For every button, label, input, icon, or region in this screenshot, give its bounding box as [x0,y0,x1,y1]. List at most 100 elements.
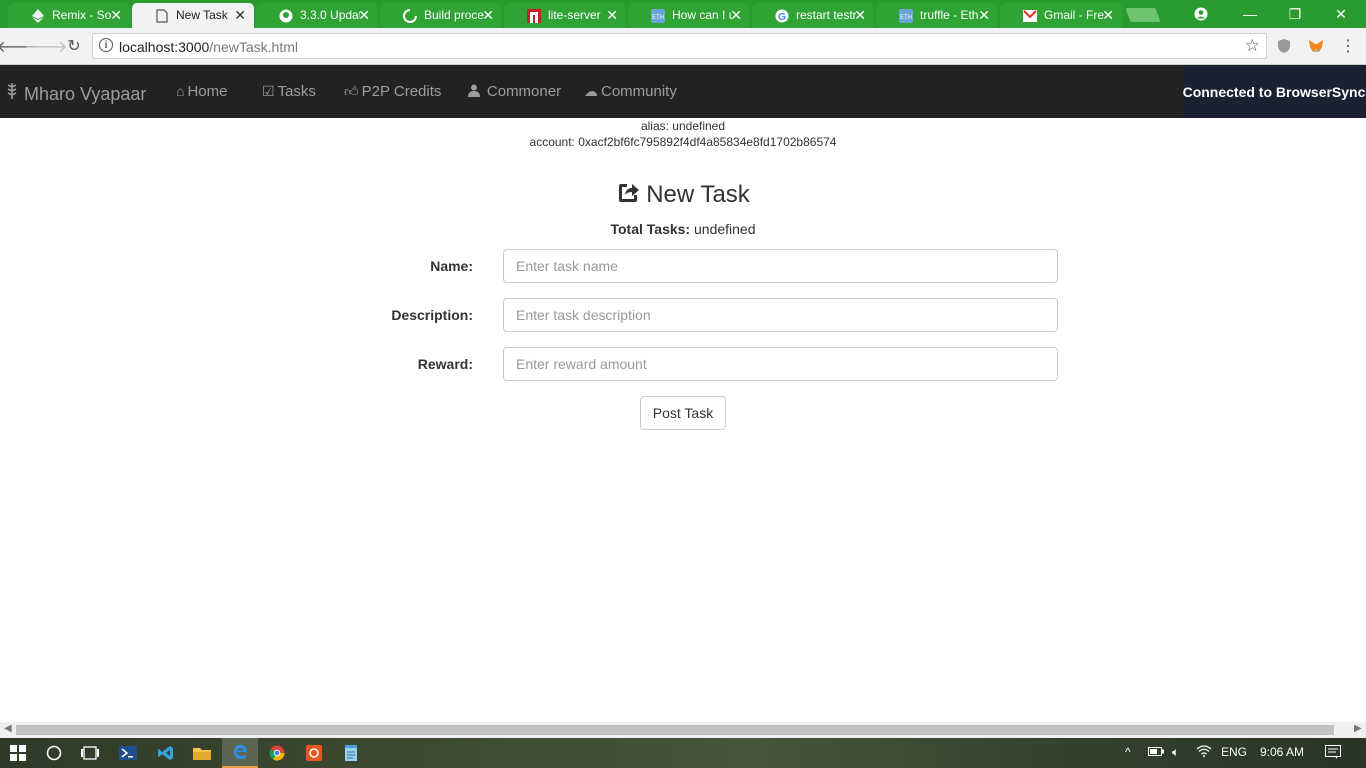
tab-title: truffle - Eth [920,8,979,22]
tab-remix[interactable]: Remix - Soli ✕ [8,3,130,28]
close-icon[interactable]: ✕ [730,7,742,23]
nav-label: Home [187,83,228,100]
task-description-input[interactable] [503,298,1058,332]
tab-build-process[interactable]: Build proce ✕ [380,3,502,28]
thumbs-up-icon: 👍︎ [344,83,359,99]
close-icon[interactable]: ✕ [482,7,494,23]
language-indicator[interactable]: ENG [1221,745,1247,759]
nav-home[interactable]: ⌂ Home [176,83,227,100]
edge-icon[interactable] [222,738,258,768]
tab-title: 3.3.0 Updat [300,8,360,22]
horizontal-scrollbar[interactable]: ◀ ▶ [0,722,1366,738]
account-line: account: 0xacf2bf6fc795892f4df4a85834e8f… [529,135,837,149]
nav-p2p-credits[interactable]: 👍︎ P2P Credits [344,83,441,100]
nav-label: Commoner [486,83,562,100]
cortana-circle-icon[interactable] [36,738,72,768]
powershell-icon[interactable] [110,738,146,768]
share-square-icon [616,180,640,204]
reward-amount-input[interactable] [503,347,1058,381]
forward-arrow-icon[interactable]: 🡒 [25,36,68,56]
leaf-icon [6,82,20,105]
post-task-button[interactable]: Post Task [640,396,726,430]
tab-title: restart testr [796,8,856,22]
description-label: Description: [391,307,473,323]
github-icon [278,8,294,24]
close-icon[interactable]: ✕ [110,7,122,23]
tab-title: Build proce [424,8,484,22]
tab-truffle-eth[interactable]: ETH truffle - Eth ✕ [876,3,998,28]
cloud-icon: ☁ [584,83,598,99]
alias-line: alias: undefined [640,119,726,133]
brand-link[interactable]: Mharo Vyapaar [6,82,146,105]
ubuntu-icon[interactable] [296,738,332,768]
bookmark-star-icon[interactable]: ☆ [1245,36,1260,56]
battery-icon[interactable] [1148,745,1164,760]
npm-icon [526,8,542,24]
tab-restart-testrpc[interactable]: G restart testr ✕ [752,3,874,28]
tab-title: Gmail - Free [1044,8,1104,22]
eth-icon: ETH [650,8,666,24]
scrollbar-thumb[interactable] [16,725,1334,735]
extension-shield-icon[interactable] [1274,36,1294,56]
tray-chevron-up-icon[interactable]: ^ [1125,745,1131,759]
file-explorer-icon[interactable] [184,738,220,768]
restore-button[interactable]: ❐ [1272,0,1318,28]
scroll-left-arrow-icon[interactable]: ◀ [4,723,12,734]
page-title: New Task [0,180,1366,209]
browsersync-notice: Connected to BrowserSync [1182,65,1366,118]
notepad-icon[interactable] [333,738,369,768]
nav-commoner[interactable]: Commoner [468,83,561,100]
notifications-icon[interactable] [1325,745,1341,762]
reward-label: Reward: [417,356,473,372]
tab-title: How can I u [672,8,732,22]
address-bar[interactable]: i localhost:3000/newTask.html ☆ [92,33,1267,59]
close-icon[interactable]: ✕ [854,7,866,23]
gmail-icon [1022,8,1038,24]
name-label: Name: [430,258,473,274]
google-icon: G [774,8,790,24]
close-icon[interactable]: ✕ [234,7,246,23]
close-icon[interactable]: ✕ [606,7,618,23]
profile-icon[interactable] [1178,0,1224,28]
nav-label: P2P Credits [361,83,442,100]
minimize-button[interactable]: — [1227,0,1273,28]
tab-title: Remix - Soli [52,8,112,22]
close-icon[interactable]: ✕ [1102,7,1114,23]
vscode-icon[interactable] [148,738,184,768]
home-icon: ⌂ [176,83,185,99]
close-icon[interactable]: ✕ [978,7,990,23]
menu-dots-icon[interactable]: ⋮ [1338,36,1358,56]
metamask-fox-icon[interactable] [1306,36,1326,56]
info-icon[interactable]: i [99,38,113,52]
total-tasks-label: Total Tasks: [610,221,691,237]
remix-icon [30,8,46,24]
tab-lite-server[interactable]: lite-server ✕ [504,3,626,28]
windows-taskbar: ^ 🔈︎ ENG 9:06 AM [0,738,1366,768]
tab-new-task[interactable]: New Task ✕ [132,3,254,28]
task-name-input[interactable] [503,249,1058,283]
wifi-icon[interactable] [1196,745,1212,760]
browser-toolbar: 🡐 🡒 ↻ i localhost:3000/newTask.html ☆ ⋮ [0,28,1366,65]
tab-how-can-i[interactable]: ETH How can I u ✕ [628,3,750,28]
start-windows-icon[interactable] [0,738,36,768]
scroll-right-arrow-icon[interactable]: ▶ [1354,723,1362,734]
url-text: localhost:3000/newTask.html [119,39,298,55]
tab-github[interactable]: 3.3.0 Updat ✕ [256,3,378,28]
volume-icon[interactable]: 🔈︎ [1172,745,1179,760]
task-view-icon[interactable] [72,738,108,768]
site-navbar: Mharo Vyapaar ⌂ Home ☑ Tasks 👍︎ P2P Credits… [0,65,1366,118]
chrome-icon[interactable] [259,738,295,768]
nav-label: Community [601,83,677,100]
window-close-button[interactable]: ✕ [1318,0,1364,28]
checkbox-icon: ☑ [262,83,275,99]
url-host: localhost:3000 [119,39,210,55]
nav-community[interactable]: ☁ Community [584,83,677,100]
reload-icon[interactable]: ↻ [64,36,84,56]
close-icon[interactable]: ✕ [358,7,370,23]
page-icon [154,8,170,24]
nav-tasks[interactable]: ☑ Tasks [262,83,316,100]
clock[interactable]: 9:06 AM [1260,745,1304,759]
new-tab-button[interactable] [1125,8,1161,22]
page-title-text: New Task [646,181,750,208]
tab-gmail[interactable]: Gmail - Free ✕ [1000,3,1122,28]
